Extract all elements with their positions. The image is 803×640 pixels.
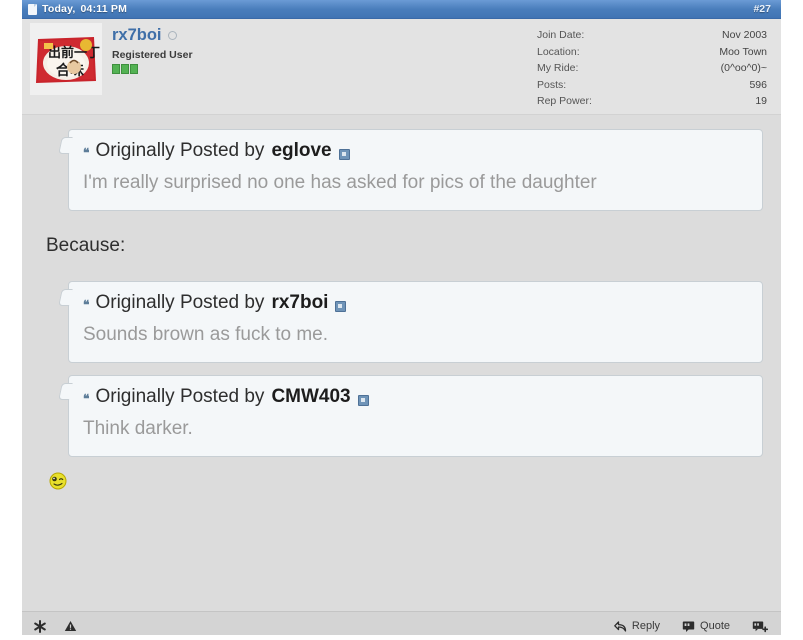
quote-prefix-label: Originally Posted by: [95, 386, 265, 407]
quote-prefix-label: Originally Posted by: [95, 292, 265, 313]
view-post-icon[interactable]: [335, 300, 347, 312]
reputation-bar: [112, 64, 193, 74]
quote-block: ❝ Originally Posted by CMW403 Think dark…: [68, 375, 763, 457]
offline-circle-icon: [167, 30, 177, 40]
stat-label: Posts:: [537, 78, 567, 91]
post-plain-text: Because:: [46, 235, 126, 256]
reputation-block: [130, 64, 138, 74]
stat-row: Location: Moo Town: [537, 44, 767, 61]
asterisk-icon[interactable]: [34, 619, 46, 633]
post-header-bar: Today, 04:11 PM #27: [22, 0, 781, 19]
stat-row: Rep Power: 19: [537, 93, 767, 110]
quote-marks-icon: ❝: [83, 146, 90, 160]
quote-block: ❝ Originally Posted by rx7boi Sounds bro…: [68, 281, 763, 363]
stat-row: Posts: 596: [537, 77, 767, 94]
post-number-link[interactable]: #27: [753, 3, 771, 15]
reputation-block: [112, 64, 120, 74]
view-post-icon[interactable]: [357, 394, 369, 406]
reply-button[interactable]: Reply: [614, 619, 660, 633]
stat-row: My Ride: (0^oo^0)~: [537, 60, 767, 77]
post-time: 04:11 PM: [80, 3, 128, 15]
view-post-icon[interactable]: [338, 148, 350, 160]
stat-value: Moo Town: [719, 45, 767, 58]
stat-label: Rep Power:: [537, 95, 592, 107]
post-container: Today, 04:11 PM #27 出前 一丁 合味: [22, 0, 781, 640]
stat-value: 596: [749, 78, 767, 91]
user-stats-table: Join Date: Nov 2003 Location: Moo Town M…: [537, 27, 767, 110]
stat-row: Join Date: Nov 2003: [537, 27, 767, 44]
quote-author-link[interactable]: CMW403: [271, 385, 350, 409]
reply-arrow-icon: [614, 620, 627, 632]
post-date: Today,: [42, 3, 76, 15]
stat-label: Join Date:: [537, 29, 585, 41]
reputation-block: [121, 64, 129, 74]
post-user-strip: 出前 一丁 合味 rx7boi Registered User: [22, 19, 781, 115]
stat-value: (0^oo^0)~: [720, 62, 767, 74]
asterisk-glyph: [34, 619, 46, 633]
stat-label: Location:: [537, 45, 580, 58]
reply-label: Reply: [631, 620, 661, 632]
username-text: rx7boi: [112, 26, 162, 44]
toolbar-right-actions: Reply Quote: [614, 619, 773, 633]
quote-label: Quote: [700, 620, 730, 632]
stat-value: 19: [755, 95, 767, 107]
quote-author-link[interactable]: eglove: [271, 139, 331, 163]
avatar[interactable]: 出前 一丁 合味: [30, 23, 102, 95]
quote-block: ❝ Originally Posted by eglove I'm really…: [68, 129, 763, 211]
forum-post-page: Today, 04:11 PM #27 出前 一丁 合味: [0, 0, 803, 640]
quote-text: I'm really surprised no one has asked fo…: [83, 172, 597, 193]
quote-header: ❝ Originally Posted by CMW403: [83, 385, 748, 409]
user-title: Registered User: [112, 49, 193, 61]
user-info: rx7boi Registered User: [112, 25, 193, 74]
warning-triangle-glyph: [64, 621, 77, 631]
quote-bubble-icon: [682, 621, 695, 632]
document-icon: [28, 3, 37, 15]
multiquote-bubble-plus-icon: [752, 621, 768, 632]
quote-header: ❝ Originally Posted by eglove: [83, 139, 748, 163]
post-timestamp: Today, 04:11 PM: [28, 3, 127, 15]
post-message-body: ❝ Originally Posted by eglove I'm really…: [22, 115, 781, 605]
quote-prefix-label: Originally Posted by: [95, 140, 265, 161]
quote-header: ❝ Originally Posted by rx7boi: [83, 291, 748, 315]
stat-value: Nov 2003: [722, 29, 767, 41]
warning-triangle-icon[interactable]: [64, 620, 77, 632]
quote-marks-icon: ❝: [83, 298, 90, 312]
username-link[interactable]: rx7boi: [112, 25, 193, 45]
toolbar-left-icons: [34, 619, 77, 633]
avatar-image: 出前 一丁 合味: [30, 23, 102, 95]
quote-text: Sounds brown as fuck to me.: [83, 324, 329, 345]
smiley-graphic: [49, 472, 67, 490]
wink-smiley-emoticon: [48, 471, 67, 490]
quote-button[interactable]: Quote: [682, 619, 730, 633]
quote-author-link[interactable]: rx7boi: [271, 291, 328, 315]
quote-marks-icon: ❝: [83, 392, 90, 406]
stat-label: My Ride:: [537, 62, 579, 74]
right-page-margin: [781, 0, 803, 640]
bottom-page-margin: [0, 635, 803, 640]
multiquote-button[interactable]: [752, 620, 773, 633]
quote-text: Think darker.: [83, 418, 193, 439]
